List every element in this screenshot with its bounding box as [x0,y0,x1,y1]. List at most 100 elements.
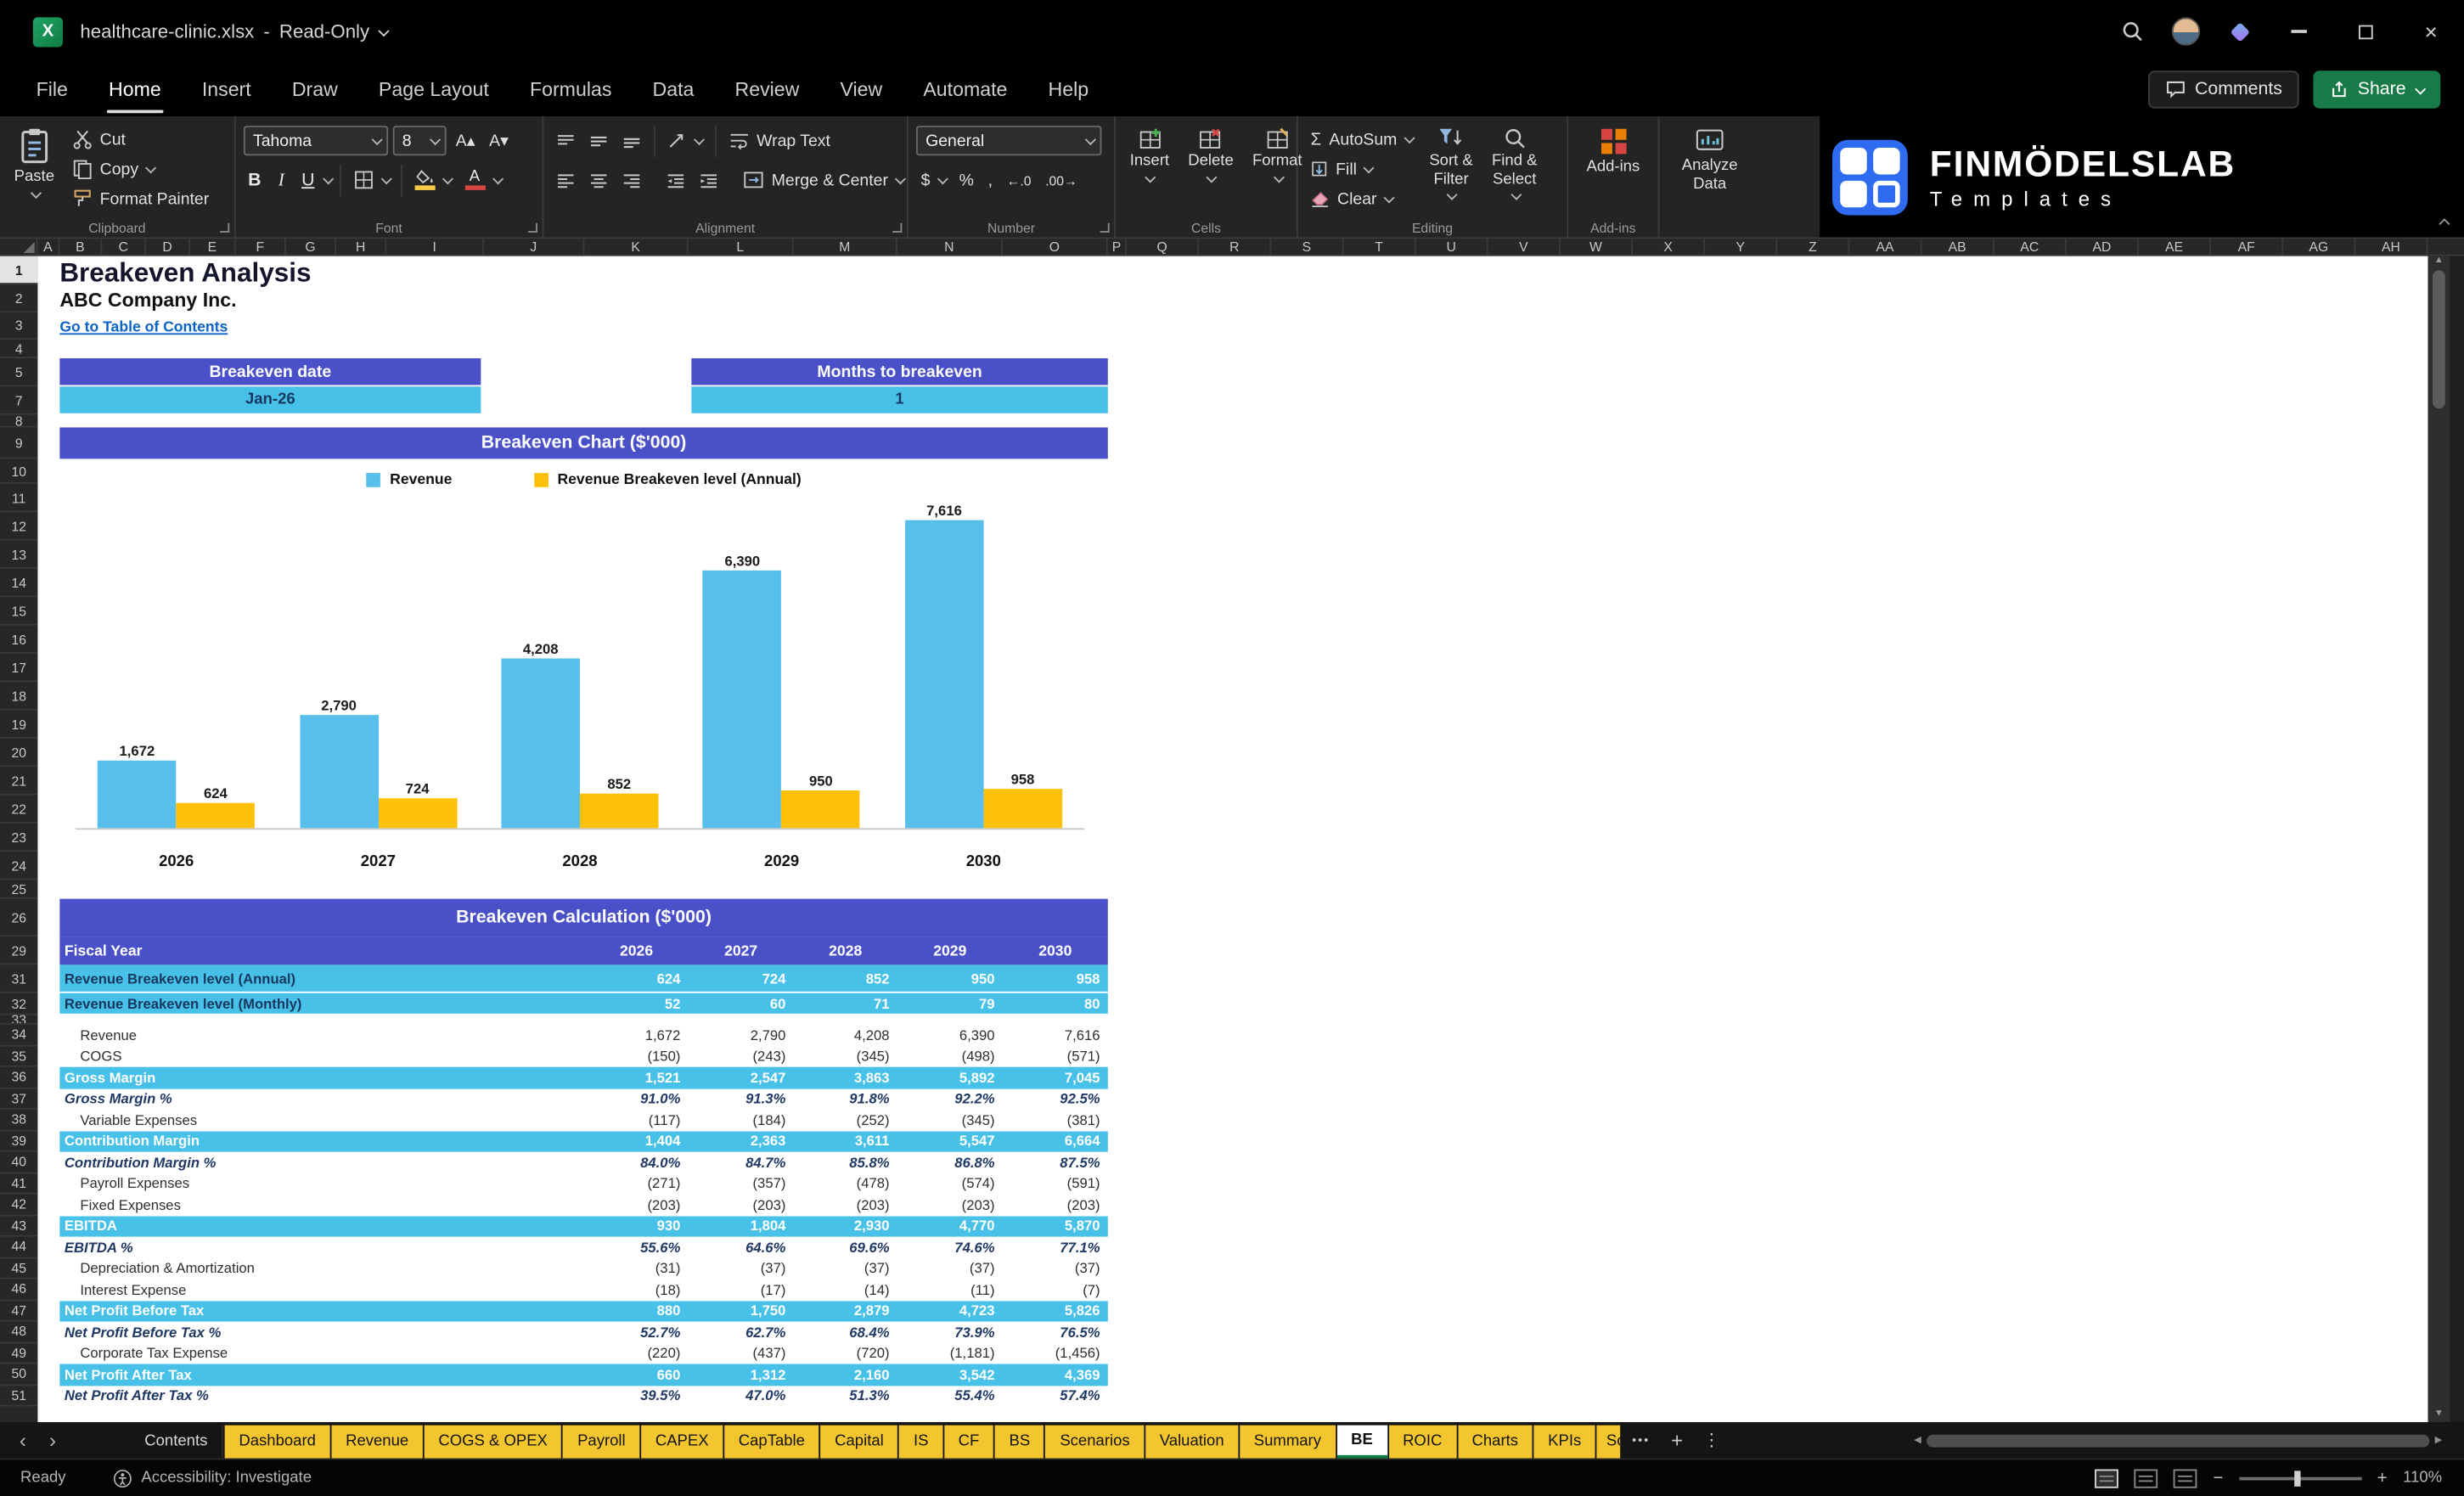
vertical-scroll-thumb[interactable] [2433,270,2445,409]
bar-revenue-2030[interactable] [904,520,984,829]
cell-value[interactable]: 724 [689,965,794,991]
sheet-tab-cogs-opex[interactable]: COGS & OPEX [424,1425,562,1459]
row-header-7[interactable]: 7 [0,386,38,415]
cell-value[interactable]: 7,045 [1003,1067,1108,1088]
bar-revenue-2026[interactable] [98,760,177,829]
cell-value[interactable]: 91.0% [584,1088,688,1110]
menu-home[interactable]: Home [88,63,182,116]
row-header-8[interactable]: 8 [0,415,38,428]
column-header-L[interactable]: L [689,239,794,255]
sheet-options-button[interactable]: ⋮ [1695,1422,1730,1459]
row-header-35[interactable]: 35 [0,1046,38,1067]
row-header-49[interactable]: 49 [0,1343,38,1364]
column-header-X[interactable]: X [1633,239,1706,255]
bar-revenue-breakeven-level-annual--2028[interactable] [579,793,659,829]
cell-value[interactable]: (11) [897,1279,1003,1301]
row-header-5[interactable]: 5 [0,358,38,387]
column-header-AF[interactable]: AF [2211,239,2284,255]
share-button[interactable]: Share [2313,70,2441,109]
cell-value[interactable]: 4,369 [1003,1364,1108,1385]
more-sheets-button[interactable]: ••• [1622,1422,1659,1459]
row-header-23[interactable]: 23 [0,824,38,852]
cell-value[interactable]: 55.6% [584,1237,688,1258]
menu-automate[interactable]: Automate [903,63,1027,116]
row-header-22[interactable]: 22 [0,796,38,824]
cell-value[interactable]: 5,892 [897,1067,1003,1088]
currency-format-button[interactable]: $ [916,164,950,195]
column-header-A[interactable]: A [37,239,60,255]
cell-value[interactable]: (357) [689,1173,794,1195]
cell-value[interactable]: (720) [794,1343,897,1364]
underline-button[interactable]: U [297,171,319,189]
cell-value[interactable]: 64.6% [689,1237,794,1258]
alignment-dialog-launcher[interactable] [892,222,903,233]
cell-value[interactable]: 950 [897,965,1003,991]
sheet-tab-scenarios[interactable]: Scenarios [1045,1425,1145,1459]
cell-value[interactable]: (478) [794,1173,897,1195]
number-format-combo[interactable]: General [916,126,1102,156]
italic-button[interactable]: I [270,171,292,189]
row-header-43[interactable]: 43 [0,1216,38,1237]
align-bottom-button[interactable] [617,125,645,156]
row-header-1[interactable]: 1 [0,256,38,284]
sheet-tab-payroll[interactable]: Payroll [563,1425,640,1459]
row-header-14[interactable]: 14 [0,569,38,598]
sort-filter-button[interactable]: Sort & Filter [1423,124,1479,213]
column-header-E[interactable]: E [190,239,236,255]
format-painter-button[interactable]: Format Painter [67,184,214,214]
cell-value[interactable]: 7,616 [1003,1025,1108,1046]
bar-revenue-breakeven-level-annual--2029[interactable] [781,790,861,829]
column-header-R[interactable]: R [1199,239,1272,255]
cell-value[interactable]: 39.5% [584,1385,688,1406]
row-header-47[interactable]: 47 [0,1301,38,1322]
cell-value[interactable]: 3,542 [897,1364,1003,1385]
cell-value[interactable]: 60 [689,993,794,1014]
cell-value[interactable]: 2,790 [689,1025,794,1046]
sheet-tab-cf[interactable]: CF [943,1425,993,1459]
sheet-tab-kpis[interactable]: KPIs [1533,1425,1595,1459]
cell-value[interactable]: (203) [794,1195,897,1216]
document-title[interactable]: healthcare-clinic.xlsx - Read-Only [80,20,390,42]
cell-value[interactable]: 84.7% [689,1152,794,1173]
title-chevron-down-icon[interactable] [378,25,390,37]
menu-insert[interactable]: Insert [182,63,272,116]
font-size-combo[interactable]: 8 [392,126,447,156]
column-header-H[interactable]: H [336,239,387,255]
column-header-G[interactable]: G [286,239,337,255]
sheet-tab-revenue[interactable]: Revenue [331,1425,423,1459]
menu-data[interactable]: Data [632,63,714,116]
column-header-AE[interactable]: AE [2139,239,2212,255]
cell-value[interactable]: (345) [897,1110,1003,1131]
fill-color-button[interactable] [410,164,455,195]
copy-button[interactable]: Copy [67,154,214,183]
cut-button[interactable]: Cut [67,124,214,154]
sheet-tab-charts[interactable]: Charts [1457,1425,1533,1459]
bar-revenue-2027[interactable] [299,715,379,829]
cell-value[interactable]: 91.3% [689,1088,794,1110]
row-header-41[interactable]: 41 [0,1173,38,1195]
cell-value[interactable]: 660 [584,1364,688,1385]
cell-value[interactable]: (571) [1003,1046,1108,1067]
cell-value[interactable]: 1,312 [689,1364,794,1385]
cell-value[interactable]: 2,547 [689,1067,794,1088]
accessibility-status[interactable]: Accessibility: Investigate [113,1469,312,1488]
row-header-38[interactable]: 38 [0,1110,38,1131]
insert-cells-button[interactable]: Insert [1123,124,1175,213]
scroll-right-icon[interactable]: ▶ [2435,1435,2443,1446]
cell-value[interactable]: 5,826 [1003,1301,1108,1322]
cell-value[interactable]: (271) [584,1173,688,1195]
sheet-tab-summary[interactable]: Summary [1240,1425,1336,1459]
bar-revenue-breakeven-level-annual--2027[interactable] [378,798,457,829]
row-header-48[interactable]: 48 [0,1322,38,1343]
sheet-tab-capital[interactable]: Capital [820,1425,898,1459]
row-header-11[interactable]: 11 [0,484,38,513]
column-header-F[interactable]: F [236,239,286,255]
tabs-scroll-left-button[interactable]: ‹ [8,1422,37,1459]
row-header-32[interactable]: 32 [0,993,38,1015]
sheet-tab-bs[interactable]: BS [994,1425,1044,1459]
row-header-21[interactable]: 21 [0,767,38,796]
scroll-left-icon[interactable]: ◀ [1914,1435,1921,1446]
row-header-40[interactable]: 40 [0,1152,38,1173]
cell-value[interactable]: (17) [689,1279,794,1301]
find-select-button[interactable]: Find & Select [1486,124,1544,213]
